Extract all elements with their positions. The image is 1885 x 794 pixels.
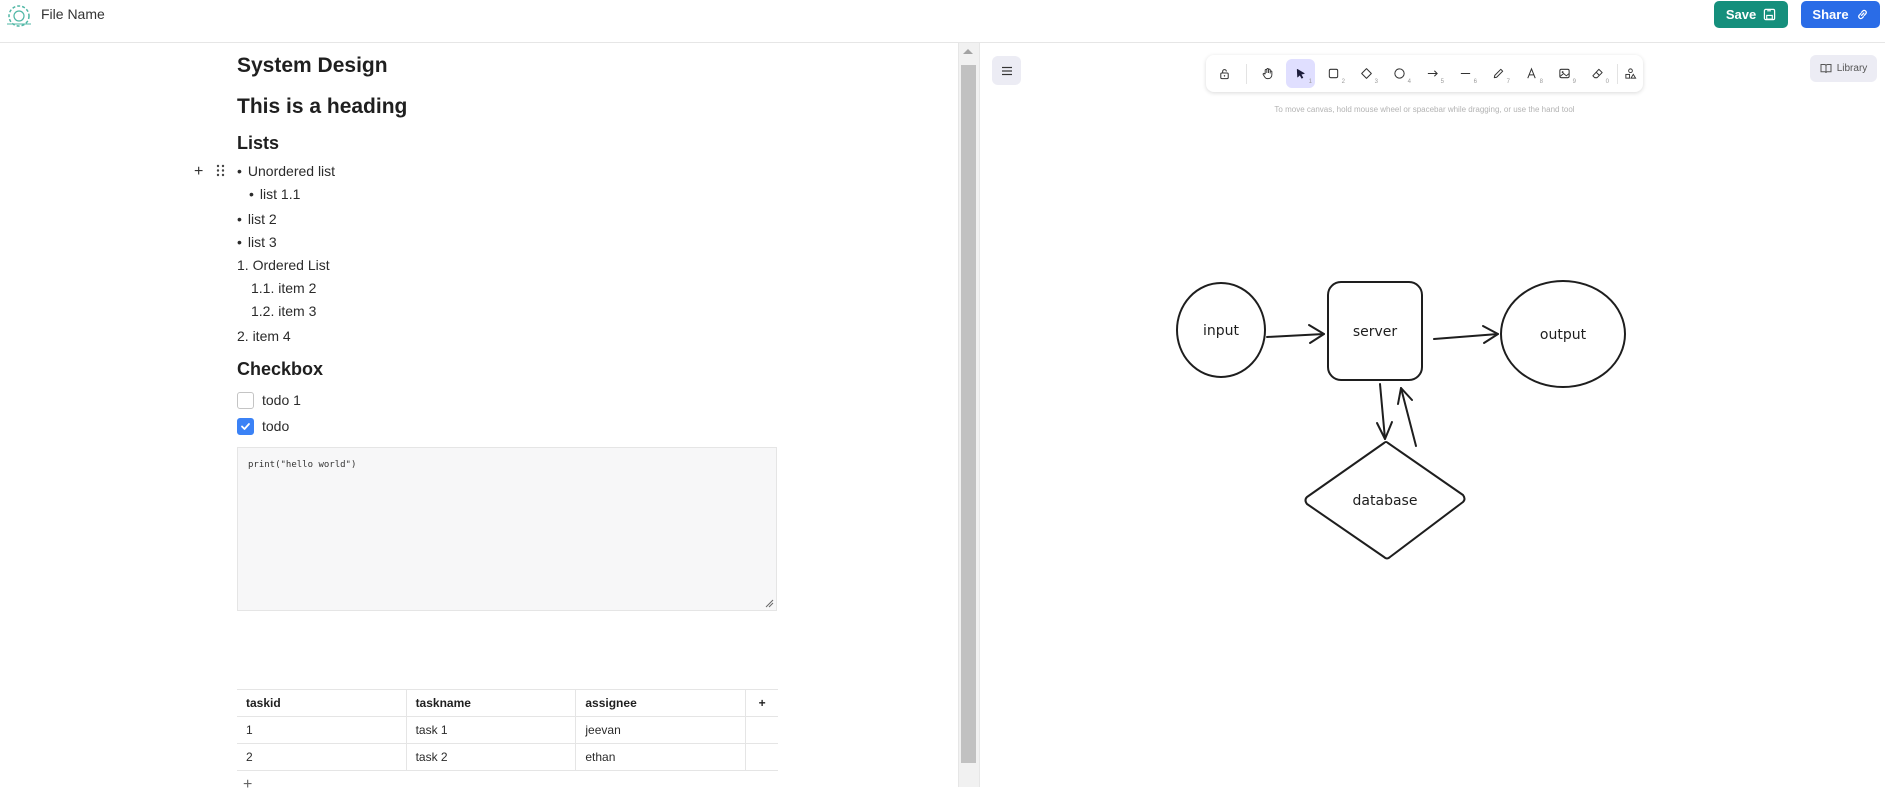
table-header-row: taskid taskname assignee +	[237, 689, 778, 717]
input-node-label[interactable]: input	[1203, 323, 1240, 339]
checkmark-icon	[241, 423, 250, 430]
database-node-label[interactable]: database	[1353, 493, 1418, 509]
todo-checkbox-checked[interactable]	[237, 418, 254, 435]
system-diagram: input server output database	[1176, 280, 1626, 560]
share-button[interactable]: Share	[1801, 1, 1880, 28]
ordered-list-item[interactable]: 1.2. item 3	[251, 303, 316, 319]
add-row-button[interactable]: +	[243, 776, 252, 794]
document-editor[interactable]: System Design This is a heading Lists + …	[0, 43, 958, 793]
save-label: Save	[1725, 7, 1757, 22]
checkbox-heading[interactable]: Checkbox	[237, 359, 323, 380]
table-header-cell[interactable]: taskname	[406, 689, 577, 717]
share-label: Share	[1812, 7, 1849, 22]
table-cell[interactable]: 1	[237, 716, 407, 744]
code-block[interactable]: print("hello world")	[237, 447, 777, 611]
table-cell[interactable]: jeevan	[575, 716, 747, 744]
table-cell[interactable]: task 2	[406, 743, 577, 771]
todo-label[interactable]: todo	[262, 418, 289, 434]
server-node-label[interactable]: server	[1353, 324, 1398, 340]
table-row: 2 task 2 ethan	[237, 743, 778, 771]
list-item[interactable]: • list 2	[237, 211, 277, 227]
doc-title[interactable]: System Design	[237, 54, 388, 78]
add-block-icon[interactable]: +	[194, 163, 203, 181]
add-column-button[interactable]: +	[745, 689, 778, 717]
scroll-up-icon[interactable]	[963, 49, 973, 54]
arrow-server-database[interactable]	[1376, 383, 1393, 440]
app-header: File Name Save Share	[0, 0, 1885, 43]
list-item[interactable]: • list 1.1	[249, 186, 300, 202]
arrow-database-server[interactable]	[1397, 387, 1417, 447]
whiteboard-canvas[interactable]: 1 2 3 4 5 6 7 8 9 0 To move canvas, hold…	[980, 43, 1885, 787]
save-button[interactable]: Save	[1714, 1, 1788, 28]
ordered-list-item[interactable]: 1. Ordered List	[237, 257, 330, 273]
drag-handle-icon[interactable]	[216, 164, 225, 177]
arrow-server-output[interactable]	[1433, 325, 1499, 344]
output-node-label[interactable]: output	[1540, 327, 1587, 343]
scrollbar-thumb[interactable]	[961, 65, 976, 763]
table-cell-empty	[745, 743, 778, 771]
ordered-list-item[interactable]: 2. item 4	[237, 328, 291, 344]
resize-grip-icon[interactable]	[765, 599, 774, 608]
table-cell[interactable]: 2	[237, 743, 407, 771]
doc-heading[interactable]: This is a heading	[237, 95, 407, 119]
table-cell-empty	[745, 716, 778, 744]
file-name[interactable]: File Name	[41, 6, 105, 22]
table-row: 1 task 1 jeevan	[237, 716, 778, 744]
table-cell[interactable]: ethan	[575, 743, 747, 771]
table-header-cell[interactable]: assignee	[575, 689, 747, 717]
app-logo-icon	[7, 5, 31, 27]
lists-heading[interactable]: Lists	[237, 133, 279, 154]
table-header-cell[interactable]: taskid	[237, 689, 407, 717]
floppy-icon	[1763, 8, 1776, 21]
todo-label[interactable]: todo 1	[262, 392, 301, 408]
list-item[interactable]: • Unordered list	[237, 163, 335, 179]
link-icon	[1857, 9, 1867, 20]
todo-checkbox[interactable]	[237, 392, 254, 409]
document-scrollbar[interactable]	[958, 43, 980, 787]
ordered-list-item[interactable]: 1.1. item 2	[251, 280, 316, 296]
code-text[interactable]: print("hello world")	[248, 460, 356, 470]
list-item[interactable]: • list 3	[237, 234, 277, 250]
task-table: taskid taskname assignee + 1 task 1 jeev…	[237, 689, 778, 771]
table-cell[interactable]: task 1	[406, 716, 577, 744]
arrow-input-server[interactable]	[1266, 324, 1325, 344]
